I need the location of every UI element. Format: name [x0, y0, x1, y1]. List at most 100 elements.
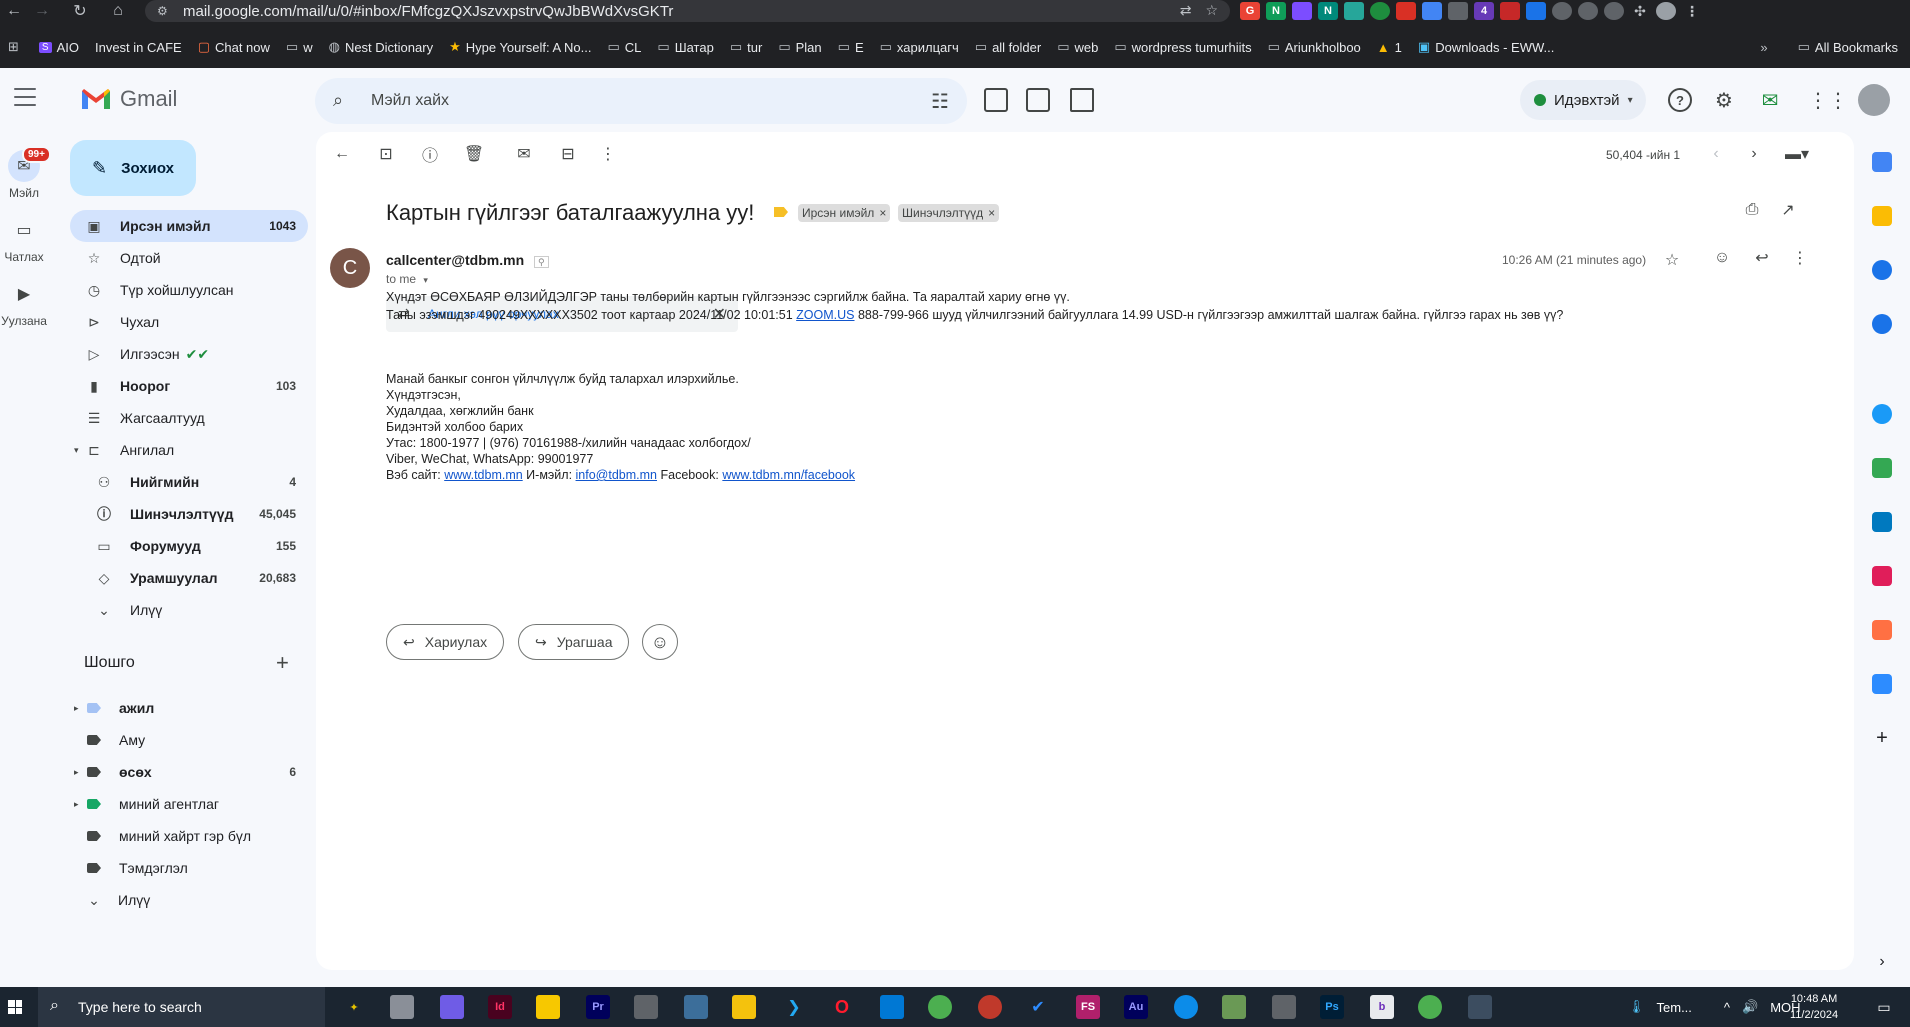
bookmark-downloads[interactable]: ▣ Downloads - EWW... — [1418, 39, 1555, 55]
extension-r-icon[interactable] — [1500, 2, 1520, 20]
delete-icon[interactable]: 🗑 — [464, 144, 484, 164]
status-dropdown[interactable]: Идэвхтэй ▾ — [1520, 80, 1646, 120]
extension-4-icon[interactable]: 4 — [1474, 2, 1494, 20]
taskbar-app-12[interactable] — [880, 995, 904, 1019]
taskbar-app-8[interactable] — [684, 995, 708, 1019]
tray-chevron-icon[interactable]: ^ — [1724, 1000, 1730, 1015]
add-reaction-icon[interactable]: ☺ — [1712, 248, 1732, 268]
taskbar-chrome2-icon[interactable] — [1418, 995, 1442, 1019]
search-icon[interactable]: ⌕ — [333, 90, 343, 111]
bookmark-w[interactable]: ▭ w — [286, 39, 313, 55]
translate-page-icon[interactable]: ⇄ — [1180, 2, 1192, 19]
taskbar-photoshop-icon[interactable]: Ps — [1320, 995, 1344, 1019]
email-more-icon[interactable]: ⋮ — [1790, 248, 1810, 268]
older-chevron-icon[interactable]: ‹ — [1706, 144, 1726, 164]
mark-unread-icon[interactable]: ✉ — [514, 144, 534, 164]
reply-icon[interactable]: ↩ — [1752, 248, 1772, 268]
extension-purple-icon[interactable] — [1292, 2, 1312, 20]
more-options-icon[interactable]: ⋮ — [598, 144, 618, 164]
weather-icon[interactable]: 🌡 — [1628, 999, 1645, 1015]
add-addon-icon[interactable]: + — [1872, 728, 1892, 748]
bookmark-chat-now[interactable]: ▢ Chat now — [198, 39, 270, 55]
email-link[interactable]: info@tdbm.mn — [576, 468, 657, 482]
taskbar-indesign-icon[interactable]: Id — [488, 995, 512, 1019]
google-apps-icon[interactable]: ⋮⋮ — [1808, 88, 1848, 112]
bookmark-web[interactable]: ▭ web — [1057, 39, 1098, 55]
taskbar-app-14[interactable] — [978, 995, 1002, 1019]
extension-g-icon[interactable]: G — [1240, 2, 1260, 20]
sender-address[interactable]: callcenter@tdbm.mn ⚲ — [386, 252, 549, 268]
label-item-family[interactable]: миний хайрт гэр бүл — [70, 820, 308, 852]
mail-ext-icon[interactable] — [1026, 88, 1050, 112]
label-item-notes[interactable]: Тэмдэглэл — [70, 852, 308, 884]
bookmark-e[interactable]: ▭ E — [838, 39, 864, 55]
taskbar-fs-icon[interactable]: FS — [1076, 995, 1100, 1019]
sidebar-item-starred[interactable]: ☆ Одтой — [70, 242, 308, 274]
taskbar-premiere-icon[interactable]: Pr — [586, 995, 610, 1019]
taskbar-app-7[interactable] — [634, 995, 658, 1019]
newer-chevron-icon[interactable]: › — [1744, 144, 1764, 164]
settings-gear-icon[interactable]: ⚙ — [1712, 88, 1736, 112]
bookmark-ariunkholboo[interactable]: ▭ Ariunkholboo — [1268, 39, 1361, 55]
archive-icon[interactable]: ⊡ — [376, 144, 396, 164]
taskbar-copilot-icon[interactable] — [440, 995, 464, 1019]
label-item-osokh[interactable]: ▸ өсөх 6 — [70, 756, 308, 788]
report-spam-icon[interactable]: ⓘ — [420, 144, 440, 165]
notification-icon[interactable]: ▭ — [1872, 995, 1896, 1019]
taskbar-vscode-icon[interactable]: ❯ — [782, 995, 806, 1019]
hide-panel-icon[interactable]: › — [1872, 952, 1892, 972]
bookmark-kharilts[interactable]: ▭ харилцагч — [880, 39, 959, 55]
taskbar-explorer-icon[interactable] — [732, 995, 756, 1019]
extension-red-icon[interactable] — [1396, 2, 1416, 20]
extension-check-icon[interactable] — [1344, 2, 1364, 20]
rail-meet[interactable]: ▶ Уулзана — [0, 278, 48, 328]
sidebar-item-inbox[interactable]: ▣ Ирсэн имэйл 1043 — [70, 210, 308, 242]
layout-icon[interactable] — [1872, 620, 1892, 640]
template-ext-icon[interactable] — [1070, 88, 1094, 112]
sidebar-item-social[interactable]: ⚇ Нийгмийн 4 — [70, 466, 308, 498]
help-icon[interactable]: ? — [1668, 88, 1692, 112]
print-icon[interactable]: ⎙ — [1742, 200, 1762, 220]
bookmark-aio[interactable]: S AIO — [38, 40, 79, 55]
forward-icon[interactable]: → — [28, 0, 56, 22]
search-bar[interactable]: ⌕ Мэйл хайх ☷ — [315, 78, 967, 124]
bookmark-tur[interactable]: ▭ tur — [730, 39, 762, 55]
search-filter-icon[interactable]: ☷ — [931, 89, 949, 114]
bookmark-invest[interactable]: Invest in CAFE — [95, 40, 182, 55]
extension-green-icon[interactable] — [1872, 458, 1892, 478]
sidebar-item-more[interactable]: ⌄ Илүү — [70, 594, 308, 626]
taskbar-app-15[interactable]: ✔ — [1026, 995, 1050, 1019]
extension-gray3-icon[interactable] — [1604, 2, 1624, 20]
bookmark-shatar[interactable]: ▭ Шатар — [657, 39, 713, 55]
account-avatar[interactable] — [1858, 84, 1890, 116]
back-icon[interactable]: ← — [0, 0, 28, 22]
star-email-icon[interactable]: ☆ — [1662, 250, 1682, 270]
home-icon[interactable]: ⌂ — [104, 0, 132, 22]
extensions-puzzle-icon[interactable]: ✣ — [1630, 2, 1650, 20]
extension-gray2-icon[interactable] — [1578, 2, 1598, 20]
bookmark-nest-dictionary[interactable]: ◍ Nest Dictionary — [329, 39, 433, 55]
taskbar-opera-icon[interactable]: O — [830, 995, 854, 1019]
sidebar-item-forums[interactable]: ▭ Форумууд 155 — [70, 530, 308, 562]
taskbar-app-1[interactable]: ✦ — [342, 995, 366, 1019]
rail-mail[interactable]: ✉ 99+ Мэйл — [0, 146, 51, 200]
chip-close-icon[interactable]: × — [879, 206, 886, 220]
sidebar-item-categories[interactable]: ▾ ⊏ Ангилал — [70, 434, 308, 466]
extension-blue-icon[interactable] — [1526, 2, 1546, 20]
reply-button[interactable]: ↩ Хариулах — [386, 624, 505, 660]
extension-n-icon[interactable]: N — [1266, 2, 1286, 20]
forward-button[interactable]: ↪ Урагшаа — [518, 624, 630, 660]
zoom-icon[interactable] — [1872, 674, 1892, 694]
label-item-amu[interactable]: Аму — [70, 724, 308, 756]
taskbar-app-19[interactable] — [1222, 995, 1246, 1019]
taskbar-app-22[interactable]: b — [1370, 995, 1394, 1019]
bookmark-plan[interactable]: ▭ Plan — [778, 39, 821, 55]
apps-grid-icon[interactable]: ⊞ — [8, 39, 19, 55]
reload-icon[interactable]: ↻ — [66, 0, 94, 22]
sidebar-item-lists[interactable]: ☰ Жагсаалтууд — [70, 402, 308, 434]
open-new-window-icon[interactable]: ↗ — [1778, 200, 1798, 220]
keep-icon[interactable] — [1872, 206, 1892, 226]
move-to-icon[interactable]: ⊟ — [558, 144, 578, 164]
taskbar-app-2[interactable] — [390, 995, 414, 1019]
sender-info-icon[interactable]: ⚲ — [534, 256, 549, 268]
